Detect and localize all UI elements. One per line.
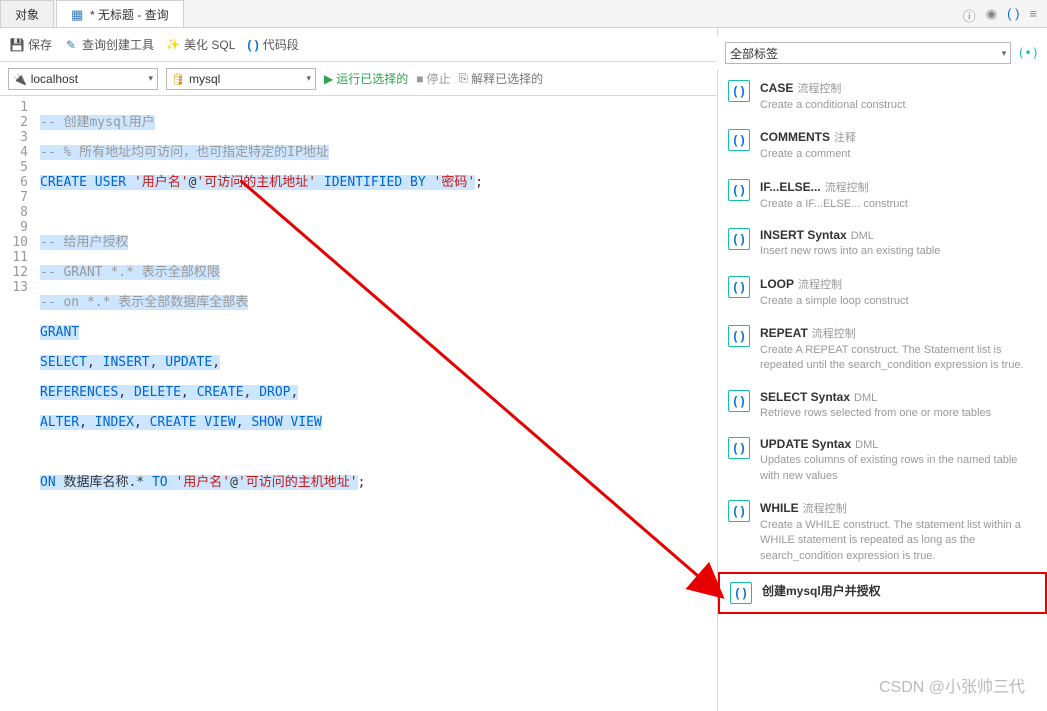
snippet-title: COMMENTS注释 (760, 129, 1037, 145)
save-icon (10, 38, 24, 52)
stop-icon (416, 72, 423, 86)
snippet-icon: ( ) (728, 129, 750, 151)
snippet-description: Create a WHILE construct. The statement … (760, 518, 1037, 564)
snippet-icon: ( ) (728, 276, 750, 298)
snippet-icon: ( ) (728, 437, 750, 459)
snippet-icon: ( ) (728, 500, 750, 522)
sql-editor[interactable]: 12345678910111213 -- 创建mysql用户 -- % 所有地址… (0, 96, 717, 711)
snippet-title: 创建mysql用户并授权 (762, 582, 1035, 599)
snippet-title: REPEAT流程控制 (760, 325, 1037, 341)
snippet-icon: ( ) (728, 228, 750, 250)
explain-button[interactable]: 解释已选择的 (459, 70, 544, 87)
snippet-category: 注释 (834, 132, 856, 144)
explain-icon (459, 71, 469, 86)
snippet-category: DML (855, 439, 878, 451)
snippet-category: 流程控制 (803, 503, 847, 515)
chevron-down-icon: ▾ (148, 73, 153, 84)
snippet-description: Create a IF...ELSE... construct (760, 197, 1037, 212)
snippet-icon: ( ) (730, 582, 752, 604)
snippet-filter-row: 全部标签 ▾ (717, 36, 1047, 70)
right-panel-toggle-icons: ⓘ ◉ ( ) ≡ (963, 6, 1037, 25)
snippet-filter-select[interactable]: 全部标签 ▾ (725, 42, 1011, 64)
add-snippet-icon[interactable] (1017, 46, 1039, 60)
snippet-description: Retrieve rows selected from one or more … (760, 406, 1037, 421)
snippet-title: UPDATE SyntaxDML (760, 437, 1037, 451)
database-select[interactable]: mysql ▾ (166, 68, 316, 90)
snippet-item[interactable]: ( ) 创建mysql用户并授权 (718, 572, 1047, 614)
beautify-sql-button[interactable]: 美化 SQL (166, 36, 235, 53)
chevron-down-icon: ▾ (306, 73, 311, 84)
query-icon (71, 7, 85, 21)
snippet-description: Create a conditional construct (760, 98, 1037, 113)
database-icon (171, 72, 185, 86)
tab-untitled-query[interactable]: * 无标题 - 查询 (56, 0, 184, 27)
snippet-description: Updates columns of existing rows in the … (760, 453, 1037, 484)
list-icon[interactable]: ≡ (1029, 6, 1037, 25)
snippet-title: CASE流程控制 (760, 80, 1037, 96)
connection-row: localhost ▾ mysql ▾ 运行已选择的 停止 解释已选择的 (0, 62, 717, 96)
info-icon[interactable]: ⓘ (963, 6, 976, 25)
chevron-down-icon: ▾ (1002, 48, 1007, 59)
tab-object[interactable]: 对象 (0, 0, 54, 27)
snippet-category: DML (854, 392, 877, 404)
snippet-title: SELECT SyntaxDML (760, 390, 1037, 404)
paren-icon: ( ) (247, 38, 258, 52)
code-area[interactable]: -- 创建mysql用户 -- % 所有地址均可访问，也可指定特定的IP地址 C… (34, 96, 717, 711)
snippet-button[interactable]: ( )代码段 (247, 36, 298, 53)
snippet-item[interactable]: ( ) UPDATE SyntaxDML Updates columns of ex… (718, 429, 1047, 492)
line-gutter: 12345678910111213 (0, 96, 34, 711)
snippet-description: Create a comment (760, 147, 1037, 162)
snippet-description: Create a simple loop construct (760, 294, 1037, 309)
play-icon (324, 72, 333, 86)
snippet-category: 流程控制 (798, 279, 842, 291)
snippet-category: 流程控制 (797, 83, 841, 95)
snippet-item[interactable]: ( ) IF...ELSE...流程控制 Create a IF...ELSE...… (718, 171, 1047, 220)
snippet-item[interactable]: ( ) LOOP流程控制 Create a simple loop construc… (718, 268, 1047, 317)
snippet-item[interactable]: ( ) CASE流程控制 Create a conditional construc… (718, 72, 1047, 121)
host-select[interactable]: localhost ▾ (8, 68, 158, 90)
snippet-icon: ( ) (728, 80, 750, 102)
snippet-description: Create A REPEAT construct. The Statement… (760, 343, 1037, 374)
snippet-icon: ( ) (728, 179, 750, 201)
snippet-category: DML (851, 230, 874, 242)
snippet-title: IF...ELSE...流程控制 (760, 179, 1037, 195)
snippet-list[interactable]: ( ) CASE流程控制 Create a conditional construc… (718, 68, 1047, 618)
snippet-item[interactable]: ( ) COMMENTS注释 Create a comment (718, 121, 1047, 170)
snippet-title: WHILE流程控制 (760, 500, 1037, 516)
snippet-title: LOOP流程控制 (760, 276, 1037, 292)
snippet-category: 流程控制 (825, 182, 869, 194)
query-builder-button[interactable]: 查询创建工具 (64, 36, 154, 53)
snippet-item[interactable]: ( ) WHILE流程控制 Create a WHILE construct. Th… (718, 492, 1047, 572)
tabs-row: 对象 * 无标题 - 查询 (0, 0, 1047, 28)
toolbar: 保存 查询创建工具 美化 SQL ( )代码段 (0, 28, 717, 62)
save-button[interactable]: 保存 (10, 36, 52, 53)
magic-icon (166, 38, 180, 52)
snippet-category: 流程控制 (812, 328, 856, 340)
watermark: CSDN @小张帅三代 (879, 673, 1025, 697)
braces-icon[interactable]: ( ) (1007, 6, 1019, 25)
eye-icon[interactable]: ◉ (986, 6, 997, 25)
snippet-item[interactable]: ( ) SELECT SyntaxDML Retrieve rows selecte… (718, 382, 1047, 429)
snippet-icon: ( ) (728, 390, 750, 412)
snippets-panel: ( ) CASE流程控制 Create a conditional construc… (717, 28, 1047, 711)
snippet-title: INSERT SyntaxDML (760, 228, 1037, 242)
stop-button[interactable]: 停止 (416, 70, 450, 87)
snippet-item[interactable]: ( ) REPEAT流程控制 Create A REPEAT construct. … (718, 317, 1047, 382)
wand-icon (64, 38, 78, 52)
snippet-item[interactable]: ( ) INSERT SyntaxDML Insert new rows into … (718, 220, 1047, 267)
run-selected-button[interactable]: 运行已选择的 (324, 70, 408, 87)
snippet-icon: ( ) (728, 325, 750, 347)
plug-icon (13, 72, 27, 86)
snippet-description: Insert new rows into an existing table (760, 244, 1037, 259)
